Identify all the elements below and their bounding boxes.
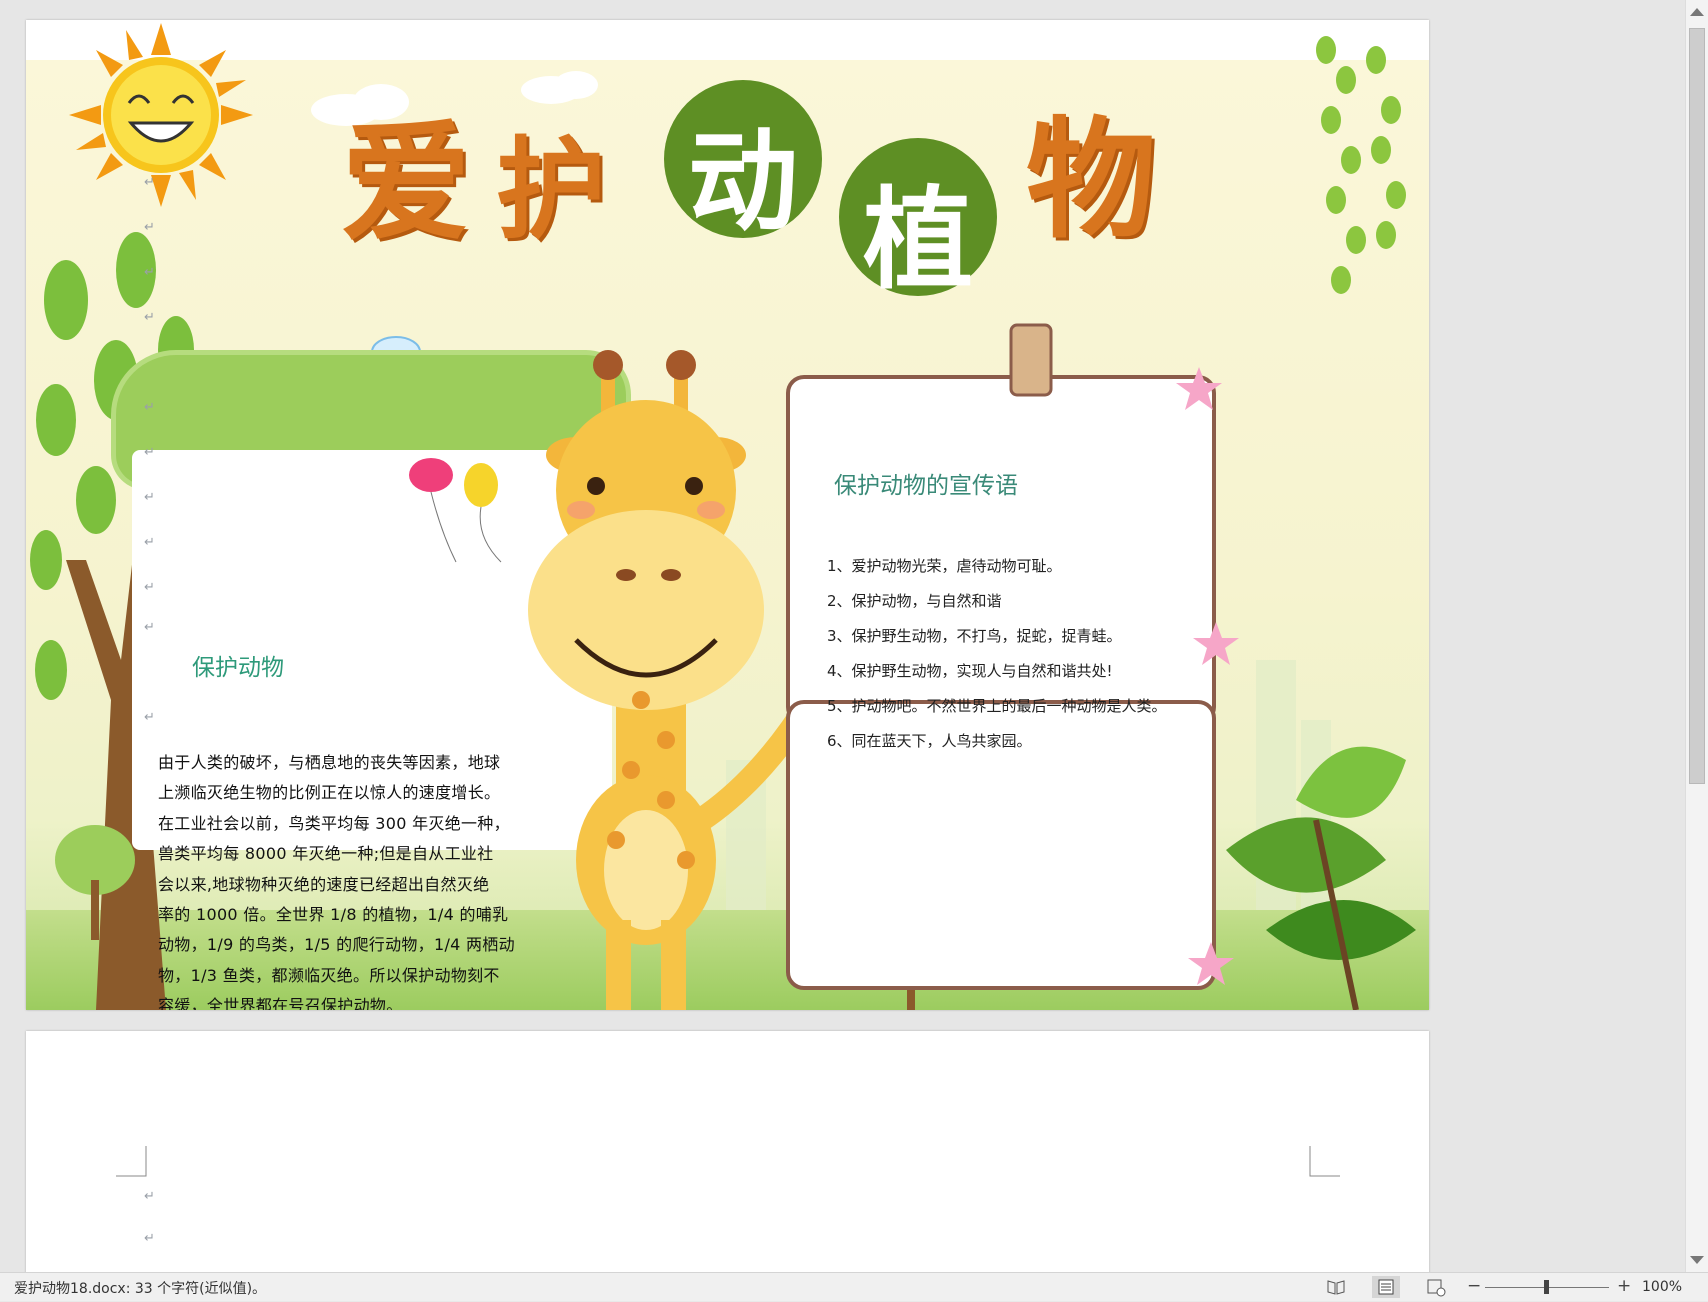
document-area[interactable]: 爱 护 动 植 物 保护动物 由于人类的破坏，与栖息地的丧失等因素，地球 上濒临… xyxy=(0,0,1685,1272)
left-body-line: 物，1/3 鱼类，都濒临灭绝。所以保护动物刻不 xyxy=(158,965,500,985)
zoom-out-button[interactable]: − xyxy=(1467,1276,1481,1296)
left-body-line: 由于人类的破坏，与栖息地的丧失等因素，地球 xyxy=(158,753,501,772)
left-body-line: 兽类平均每 8000 年灭绝一种;但是自从工业社 xyxy=(158,844,494,864)
left-panel-heading: 保护动物 xyxy=(192,655,284,681)
clip-icon xyxy=(1009,323,1053,397)
document-status-text[interactable]: 爱护动物18.docx: 33 个字符(近似值)。 xyxy=(14,1278,266,1298)
print-layout-icon xyxy=(1378,1279,1394,1295)
left-panel-body: 由于人类的破坏，与栖息地的丧失等因素，地球 上濒临灭绝生物的比例正在以惊人的速度… xyxy=(158,748,538,1010)
margin-corner-left-icon xyxy=(116,1146,147,1177)
title-char-2: 护 xyxy=(496,126,606,254)
zoom-in-button[interactable]: + xyxy=(1617,1276,1631,1296)
right-panel-heading: 保护动物的宣传语 xyxy=(834,473,1018,499)
zoom-level[interactable]: 100% xyxy=(1642,1279,1682,1295)
left-body-line: 容缓，全世界都在号召保护动物。 xyxy=(158,996,403,1010)
paragraph-mark: ↵ xyxy=(144,1231,155,1246)
slogan-line: 4、保护野生动物，实现人与自然和谐共处! xyxy=(827,662,1113,680)
title-char-3: 动 xyxy=(688,118,798,246)
star-icon xyxy=(1176,367,1222,410)
vine-icon xyxy=(1316,36,1406,294)
paragraph-mark: ↵ xyxy=(144,710,155,725)
title-char-5: 物 xyxy=(1026,104,1157,256)
title-char-4: 植 xyxy=(863,176,973,304)
scrollbar-thumb[interactable] xyxy=(1689,28,1705,784)
margin-corner-right-icon xyxy=(1309,1146,1340,1177)
paragraph-mark: ↵ xyxy=(144,445,155,460)
paragraph-mark: ↵ xyxy=(144,580,155,595)
giraffe-icon xyxy=(528,350,822,1010)
star-icon xyxy=(1193,622,1239,665)
read-mode-icon xyxy=(1327,1280,1345,1295)
slogan-line: 6、同在蓝天下，人鸟共家园。 xyxy=(827,732,1032,750)
paragraph-mark: ↵ xyxy=(144,265,155,280)
paragraph-mark: ↵ xyxy=(144,1189,155,1204)
left-body-line: 上濒临灭绝生物的比例正在以惊人的速度增长。 xyxy=(158,783,501,803)
read-mode-button[interactable] xyxy=(1322,1276,1350,1298)
paragraph-mark: ↵ xyxy=(144,400,155,415)
slogan-line: 5、护动物吧。不然世界上的最后一种动物是人类。 xyxy=(827,697,1167,715)
left-body-line: 动物，1/9 的鸟类，1/5 的爬行动物，1/4 两栖动 xyxy=(158,935,515,955)
paragraph-mark: ↵ xyxy=(144,175,155,190)
scroll-down-icon[interactable] xyxy=(1690,1256,1704,1264)
sun-icon xyxy=(69,23,253,207)
paragraph-mark: ↵ xyxy=(144,620,155,635)
zoom-slider-thumb[interactable] xyxy=(1544,1280,1549,1294)
left-body-line: 率的 1000 倍。全世界 1/8 的植物，1/4 的哺乳 xyxy=(158,905,509,925)
print-layout-button[interactable] xyxy=(1372,1276,1400,1298)
slogan-line: 1、爱护动物光荣，虐待动物可耻。 xyxy=(827,557,1062,575)
left-body-line: 在工业社会以前，鸟类平均每 300 年灭绝一种， xyxy=(158,813,510,833)
paragraph-mark: ↵ xyxy=(144,490,155,505)
document-page-2[interactable]: ↵ ↵ xyxy=(26,1031,1429,1272)
slogan-line: 2、保护动物，与自然和谐 xyxy=(827,592,1002,610)
vertical-scrollbar[interactable] xyxy=(1685,0,1708,1272)
balloons-icon xyxy=(409,458,502,563)
star-icon xyxy=(1188,942,1234,985)
paragraph-mark: ↵ xyxy=(144,220,155,235)
status-bar: 爱护动物18.docx: 33 个字符(近似值)。 − + 100% xyxy=(0,1272,1708,1301)
paragraph-mark: ↵ xyxy=(144,535,155,550)
document-page-1[interactable]: 爱 护 动 植 物 保护动物 由于人类的破坏，与栖息地的丧失等因素，地球 上濒临… xyxy=(26,20,1429,1010)
slogan-line: 3、保护野生动物，不打鸟，捉蛇，捉青蛙。 xyxy=(827,627,1122,645)
title-char-1: 爱 xyxy=(341,107,472,259)
small-tree-icon xyxy=(55,825,135,940)
left-body-line: 会以来,地球物种灭绝的速度已经超出自然灭绝 xyxy=(158,874,490,894)
big-leaves-icon xyxy=(1226,746,1416,1010)
web-layout-icon xyxy=(1427,1279,1446,1297)
paragraph-mark: ↵ xyxy=(144,310,155,325)
scroll-up-icon[interactable] xyxy=(1690,8,1704,16)
web-layout-button[interactable] xyxy=(1422,1276,1450,1298)
